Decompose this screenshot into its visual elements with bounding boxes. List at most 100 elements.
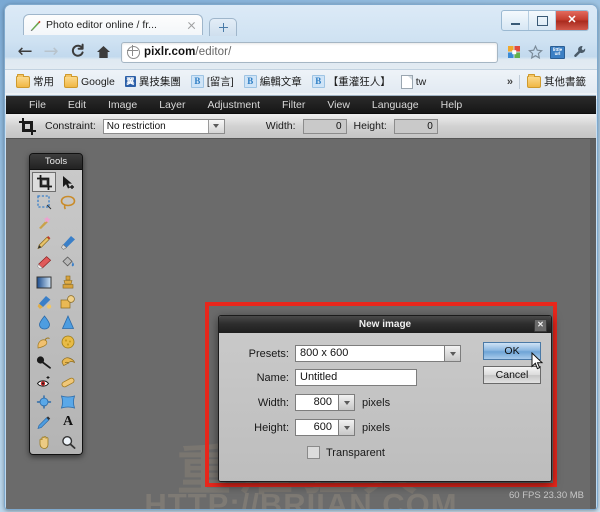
wand-select-tool-icon[interactable] bbox=[32, 212, 56, 232]
transparent-label: Transparent bbox=[326, 446, 385, 459]
bloat-tool-icon[interactable] bbox=[32, 392, 56, 412]
new-image-dialog: New image ✕ Presets: 800 x 600 Name: Unt… bbox=[218, 315, 552, 482]
menu-item-layer[interactable]: Layer bbox=[148, 96, 196, 114]
pencil-tool-icon[interactable] bbox=[32, 232, 56, 252]
zoom-tool-icon[interactable] bbox=[56, 432, 80, 452]
menu-item-edit[interactable]: Edit bbox=[57, 96, 97, 114]
presets-input[interactable]: 800 x 600 bbox=[295, 345, 445, 362]
menu-item-adjustment[interactable]: Adjustment bbox=[196, 96, 271, 114]
forward-button[interactable]: → bbox=[39, 40, 63, 64]
crop-height-input[interactable]: 0 bbox=[393, 118, 438, 134]
width-input[interactable]: 800 bbox=[295, 394, 339, 411]
bookmark-item[interactable]: Google bbox=[59, 73, 120, 89]
bookmark-label: [留言] bbox=[206, 76, 234, 88]
tools-panel-title[interactable]: Tools bbox=[30, 154, 82, 170]
globe-icon bbox=[126, 45, 140, 59]
forward-arrow-icon: → bbox=[43, 41, 59, 62]
close-window-button[interactable]: ✕ bbox=[556, 11, 588, 30]
dodge-tool-icon[interactable] bbox=[32, 352, 56, 372]
bookmark-item[interactable]: B [留言] bbox=[186, 73, 239, 90]
chevron-down-icon[interactable] bbox=[207, 119, 224, 133]
menu-item-view[interactable]: View bbox=[316, 96, 361, 114]
crop-width-input[interactable]: 0 bbox=[302, 118, 347, 134]
status-fps-memory: 60 FPS 23.30 MB bbox=[509, 490, 584, 501]
minimize-button[interactable] bbox=[502, 11, 529, 30]
drawing-shape-tool-icon[interactable] bbox=[56, 292, 80, 312]
reload-button[interactable] bbox=[65, 40, 89, 64]
lasso-select-tool-icon[interactable] bbox=[56, 192, 80, 212]
extension-puzzle-icon[interactable] bbox=[504, 43, 523, 62]
crop-tool-icon[interactable] bbox=[16, 115, 38, 137]
spot-heal-tool-icon[interactable] bbox=[56, 372, 80, 392]
chrome-browser-window: Photo editor online / fr... ✕ ← → pixlr.… bbox=[4, 4, 598, 510]
sponge-tool-icon[interactable] bbox=[56, 332, 80, 352]
menu-item-image[interactable]: Image bbox=[97, 96, 148, 114]
folder-icon bbox=[527, 73, 541, 88]
app-menu-bar: File Edit Image Layer Adjustment Filter … bbox=[6, 96, 596, 114]
blogger-icon: B bbox=[243, 75, 257, 88]
browser-tab[interactable]: Photo editor online / fr... bbox=[23, 14, 203, 35]
move-tool-icon[interactable] bbox=[56, 172, 80, 192]
marquee-select-tool-icon[interactable] bbox=[32, 192, 56, 212]
name-input[interactable]: Untitled bbox=[295, 369, 417, 386]
bookmark-star-icon[interactable] bbox=[526, 43, 545, 62]
bookmark-item[interactable]: 翼 異技集團 bbox=[120, 73, 186, 90]
menu-item-language[interactable]: Language bbox=[361, 96, 430, 114]
name-label: Name: bbox=[256, 371, 289, 384]
other-bookmarks-folder[interactable]: 其他書籤 bbox=[522, 73, 591, 90]
close-icon: ✕ bbox=[567, 14, 577, 26]
bookmark-item[interactable]: tw bbox=[396, 74, 432, 90]
transparent-checkbox[interactable] bbox=[307, 446, 320, 459]
pinch-tool-icon[interactable] bbox=[56, 392, 80, 412]
crop-tool-icon[interactable] bbox=[32, 172, 56, 192]
back-arrow-icon: ← bbox=[17, 41, 33, 62]
blur-tool-icon[interactable] bbox=[32, 312, 56, 332]
bookmark-label: tw bbox=[415, 75, 427, 88]
menu-item-filter[interactable]: Filter bbox=[271, 96, 316, 114]
bookmark-item[interactable]: 常用 bbox=[11, 73, 59, 90]
new-tab-button[interactable] bbox=[209, 18, 237, 36]
canvas-scrollbar-vertical[interactable] bbox=[590, 139, 596, 509]
bookmark-item[interactable]: B 編輯文章 bbox=[239, 73, 307, 90]
home-icon bbox=[96, 46, 110, 58]
cancel-button[interactable]: Cancel bbox=[483, 366, 541, 384]
red-eye-tool-icon[interactable] bbox=[32, 372, 56, 392]
ok-button[interactable]: OK bbox=[483, 342, 541, 360]
close-icon[interactable]: ✕ bbox=[534, 319, 547, 332]
type-tool-icon[interactable]: A bbox=[56, 412, 80, 432]
url-path: /editor/ bbox=[195, 46, 232, 58]
height-dropdown-chevron-down-icon[interactable] bbox=[339, 419, 355, 436]
color-replace-tool-icon[interactable] bbox=[32, 292, 56, 312]
smudge-tool-icon[interactable] bbox=[32, 332, 56, 352]
empty-slot bbox=[56, 212, 80, 232]
presets-dropdown-chevron-down-icon[interactable] bbox=[445, 345, 461, 362]
gradient-tool-icon[interactable] bbox=[32, 272, 56, 292]
chrome-menu-wrench-icon[interactable] bbox=[570, 43, 589, 62]
dialog-title-bar[interactable]: New image ✕ bbox=[219, 316, 551, 333]
width-dropdown-chevron-down-icon[interactable] bbox=[339, 394, 355, 411]
clone-stamp-tool-icon[interactable] bbox=[56, 272, 80, 292]
little-url-glyph: little url bbox=[550, 45, 565, 59]
burn-tool-icon[interactable] bbox=[56, 352, 80, 372]
paint-bucket-tool-icon[interactable] bbox=[56, 252, 80, 272]
hand-tool-icon[interactable] bbox=[32, 432, 56, 452]
brush-tool-icon[interactable] bbox=[56, 232, 80, 252]
back-button[interactable]: ← bbox=[13, 40, 37, 64]
tool-options-bar: Constraint: No restriction Width: 0 Heig… bbox=[6, 114, 596, 139]
close-icon[interactable] bbox=[186, 20, 197, 31]
menu-item-help[interactable]: Help bbox=[430, 96, 474, 114]
color-picker-tool-icon[interactable] bbox=[32, 412, 56, 432]
eraser-tool-icon[interactable] bbox=[32, 252, 56, 272]
bookmark-item[interactable]: B 【重灌狂人】 bbox=[307, 73, 396, 90]
menu-item-file[interactable]: File bbox=[18, 96, 57, 114]
little-url-extension-icon[interactable]: little url bbox=[548, 43, 567, 62]
presets-row: Presets: 800 x 600 bbox=[227, 345, 461, 362]
constraint-select[interactable]: No restriction bbox=[102, 118, 225, 134]
bookmarks-overflow-button[interactable]: » bbox=[503, 76, 517, 88]
dialog-body: Presets: 800 x 600 Name: Untitled Width:… bbox=[219, 333, 551, 481]
home-button[interactable] bbox=[91, 40, 115, 64]
sharpen-tool-icon[interactable] bbox=[56, 312, 80, 332]
address-bar[interactable]: pixlr.com/editor/ bbox=[121, 41, 498, 63]
maximize-button[interactable] bbox=[529, 11, 556, 30]
height-input[interactable]: 600 bbox=[295, 419, 339, 436]
